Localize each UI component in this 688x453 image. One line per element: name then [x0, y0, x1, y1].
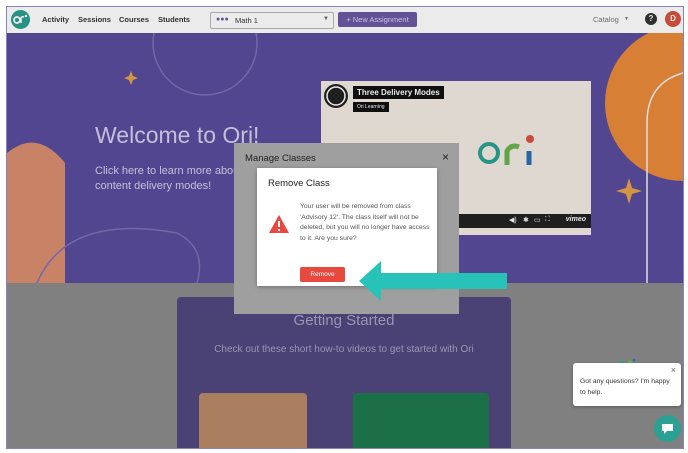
remove-button[interactable]: Remove: [300, 267, 345, 282]
chevron-down-icon: ▼: [323, 16, 329, 22]
new-assignment-button[interactable]: + New Assignment: [338, 12, 417, 27]
chat-icon: [662, 424, 673, 434]
getting-started-title: Getting Started: [293, 312, 395, 329]
settings-icon[interactable]: ✱: [523, 216, 529, 224]
app-frame: Activity Sessions Courses Students ●●● M…: [6, 6, 684, 449]
class-select-value: Math 1: [235, 16, 258, 25]
chat-bubble[interactable]: × Got any questions? I'm happy to help.: [573, 363, 681, 406]
manage-classes-title: Manage Classes: [245, 153, 316, 164]
video-channel-badge: Ori Learning: [353, 102, 389, 112]
video-controls[interactable]: ◀) ✱ ▭ ⛶ vimeo: [451, 214, 591, 228]
vimeo-logo[interactable]: vimeo: [566, 216, 586, 223]
nav-courses[interactable]: Courses: [119, 15, 149, 24]
catalog-menu[interactable]: Catalog: [593, 15, 619, 24]
avatar[interactable]: D: [665, 11, 681, 27]
help-icon[interactable]: ?: [645, 13, 657, 25]
nav-activity[interactable]: Activity: [42, 15, 69, 24]
chat-message: Got any questions? I'm happy to help.: [580, 378, 670, 396]
close-icon[interactable]: ×: [442, 150, 449, 164]
volume-icon[interactable]: ◀): [509, 216, 517, 224]
nav-students[interactable]: Students: [158, 15, 190, 24]
top-navigation: Activity Sessions Courses Students ●●● M…: [7, 7, 683, 34]
people-icon: ●●●: [216, 16, 229, 23]
close-icon[interactable]: ×: [671, 365, 676, 375]
pip-icon[interactable]: ▭: [534, 216, 541, 224]
pointer-arrow-annotation: [359, 261, 507, 301]
ori-logo[interactable]: [11, 10, 30, 29]
video-title: Three Delivery Modes: [353, 86, 444, 99]
video-card-1[interactable]: [199, 393, 307, 448]
remove-class-title: Remove Class: [268, 178, 330, 189]
video-card-2[interactable]: [353, 393, 489, 448]
chevron-down-icon[interactable]: ▼: [624, 16, 629, 22]
remove-class-message: Your user will be removed from class 'Ad…: [300, 203, 430, 242]
getting-started-subtitle: Check out these short how-to videos to g…: [214, 344, 474, 355]
getting-started-panel: Getting Started Check out these short ho…: [177, 297, 511, 448]
chat-launcher-button[interactable]: [654, 415, 681, 442]
warning-icon: [269, 215, 289, 233]
nav-sessions[interactable]: Sessions: [78, 15, 111, 24]
class-select[interactable]: ●●● Math 1 ▼: [210, 12, 334, 29]
fullscreen-icon[interactable]: ⛶: [545, 216, 550, 224]
